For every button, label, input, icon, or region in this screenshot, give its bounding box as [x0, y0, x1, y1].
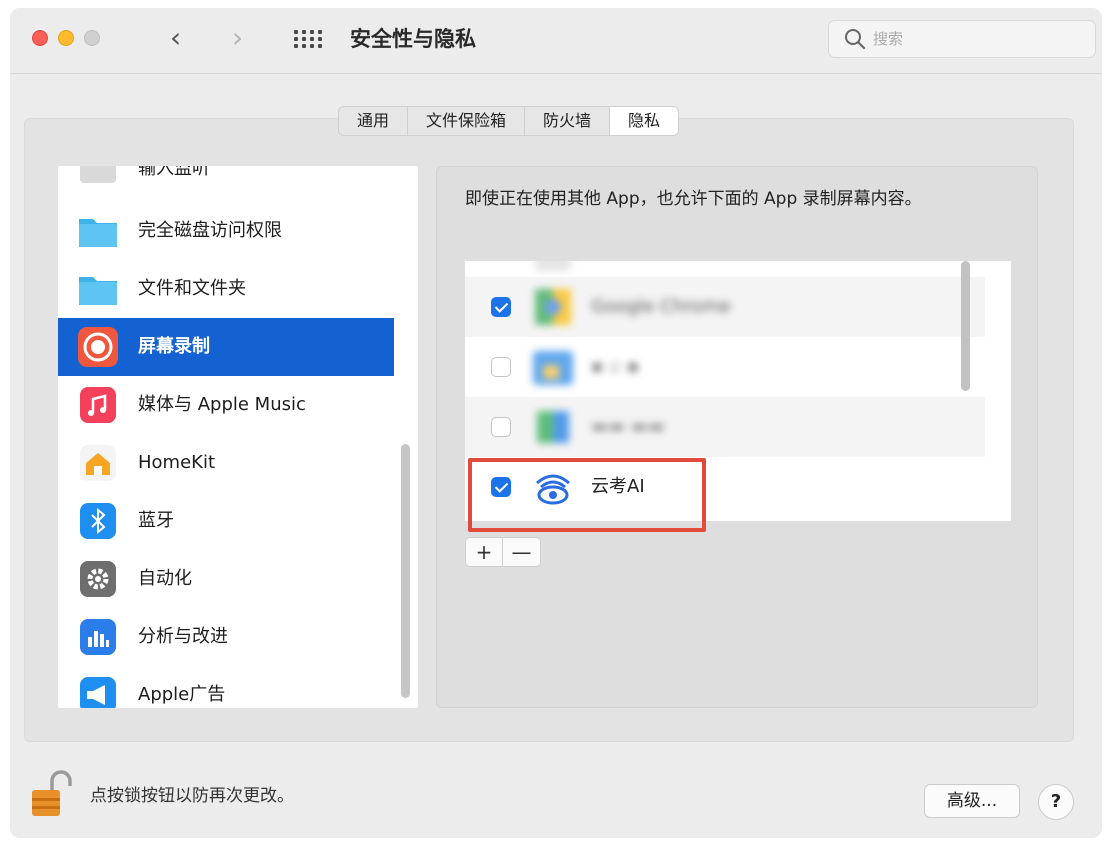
- sidebar-item-full-disk-access[interactable]: 完全磁盘访问权限: [58, 202, 394, 260]
- sidebar-item-screen-recording[interactable]: 屏幕录制: [58, 318, 394, 376]
- sidebar-item-apple-ads[interactable]: Apple广告: [58, 666, 394, 708]
- screen-recording-icon: [78, 327, 118, 367]
- search-input[interactable]: [873, 27, 1083, 51]
- privacy-sidebar: 输入监听 完全磁盘访问权限 文件和文件夹 屏幕录制 媒体与 Apple Musi…: [58, 166, 418, 708]
- sidebar-item-label: 完全磁盘访问权限: [138, 220, 282, 241]
- search-box[interactable]: [828, 20, 1096, 58]
- add-app-button[interactable]: +: [466, 538, 503, 566]
- close-button[interactable]: [32, 30, 48, 46]
- sidebar-item-media-music[interactable]: 媒体与 Apple Music: [58, 376, 394, 434]
- app-name: Google Chrome: [591, 296, 731, 317]
- tab-filevault[interactable]: 文件保险箱: [408, 107, 526, 135]
- advanced-button[interactable]: 高级...: [924, 784, 1020, 818]
- show-all-grid-icon[interactable]: [294, 30, 324, 48]
- app-list: Google Chrome ▪ ▫ ▪ ▬▬ ▬▬ 云考AI: [465, 261, 1011, 521]
- sidebar-item-bluetooth[interactable]: 蓝牙: [58, 492, 394, 550]
- list-item[interactable]: 云考AI: [465, 457, 985, 517]
- music-icon: [80, 387, 116, 423]
- screen-recording-pane: 即使正在使用其他 App，也允许下面的 App 录制屏幕内容。 Google C…: [436, 166, 1038, 708]
- list-item[interactable]: Google Chrome: [465, 277, 985, 337]
- permission-description: 即使正在使用其他 App，也允许下面的 App 录制屏幕内容。: [465, 189, 922, 209]
- tab-bar: 通用 文件保险箱 防火墙 隐私: [338, 106, 680, 136]
- gear-icon: [80, 561, 116, 597]
- sidebar-item-label: HomeKit: [138, 452, 216, 473]
- window-title: 安全性与隐私: [350, 27, 476, 51]
- search-icon: [845, 29, 866, 50]
- app-icon: [537, 411, 569, 443]
- forward-icon[interactable]: ›: [232, 20, 243, 56]
- help-button[interactable]: ?: [1038, 784, 1074, 820]
- sidebar-item-input-monitoring[interactable]: 输入监听: [58, 166, 394, 198]
- title-bar: ‹ › 安全性与隐私: [10, 8, 1102, 74]
- app-name: 云考AI: [591, 476, 645, 497]
- list-item[interactable]: ▪ ▫ ▪: [465, 337, 985, 397]
- megaphone-icon: [80, 677, 116, 708]
- app-checkbox[interactable]: [491, 477, 511, 497]
- sidebar-item-analytics[interactable]: 分析与改进: [58, 608, 394, 666]
- sidebar-item-automation[interactable]: 自动化: [58, 550, 394, 608]
- sidebar-item-label: 输入监听: [138, 166, 210, 179]
- folder-icon: [79, 277, 117, 305]
- lock-hint: 点按锁按钮以防再次更改。: [90, 786, 294, 806]
- zoom-button[interactable]: [84, 30, 100, 46]
- add-remove-control: + —: [465, 537, 541, 567]
- minimize-button[interactable]: [58, 30, 74, 46]
- sidebar-item-label: 媒体与 Apple Music: [138, 394, 306, 415]
- app-checkbox[interactable]: [491, 357, 511, 377]
- list-item[interactable]: ▬▬ ▬▬: [465, 397, 985, 457]
- sidebar-scrollbar[interactable]: [401, 444, 410, 698]
- app-icon: [533, 351, 573, 385]
- tab-general[interactable]: 通用: [339, 107, 409, 135]
- sidebar-item-label: 文件和文件夹: [138, 278, 246, 299]
- app-name: ▬▬ ▬▬: [591, 416, 665, 437]
- tab-privacy[interactable]: 隐私: [610, 107, 679, 135]
- home-icon: [80, 445, 116, 481]
- lock-icon[interactable]: [26, 768, 78, 820]
- bluetooth-icon: [80, 503, 116, 539]
- sidebar-item-label: 蓝牙: [138, 510, 174, 531]
- yunkao-ai-icon: [536, 474, 570, 505]
- sidebar-item-files-and-folders[interactable]: 文件和文件夹: [58, 260, 394, 318]
- remove-app-button[interactable]: —: [503, 538, 540, 566]
- app-checkbox[interactable]: [491, 297, 511, 317]
- app-checkbox[interactable]: [491, 417, 511, 437]
- sidebar-item-homekit[interactable]: HomeKit: [58, 434, 394, 492]
- sidebar-item-label: 自动化: [138, 568, 192, 589]
- sidebar-item-label: Apple广告: [138, 684, 226, 705]
- sidebar-item-label: 屏幕录制: [138, 336, 210, 357]
- tab-firewall[interactable]: 防火墙: [525, 107, 611, 135]
- app-name: ▪ ▫ ▪: [591, 356, 640, 377]
- sidebar-item-label: 分析与改进: [138, 626, 228, 647]
- analytics-icon: [80, 619, 116, 655]
- app-list-scrollbar[interactable]: [961, 261, 970, 391]
- chrome-icon: [535, 289, 571, 325]
- folder-icon: [79, 219, 117, 247]
- back-icon[interactable]: ‹: [170, 20, 181, 56]
- input-monitoring-icon: [80, 166, 116, 183]
